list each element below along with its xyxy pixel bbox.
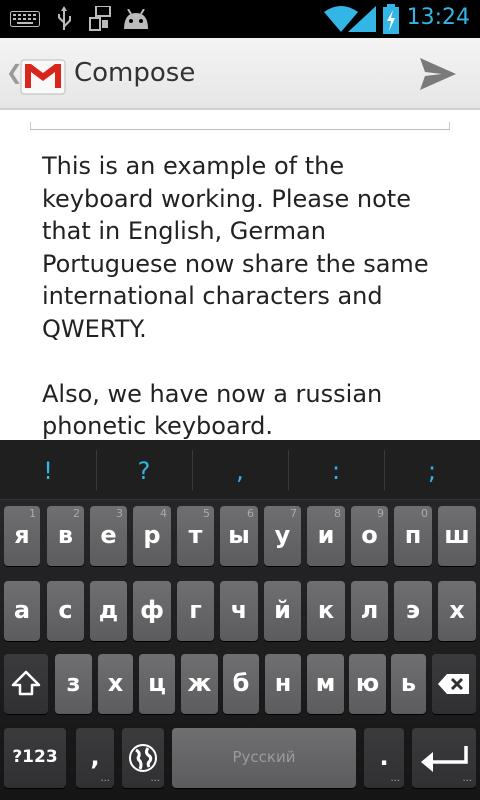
- key[interactable]: р4: [133, 506, 171, 566]
- status-time: 13:24: [406, 5, 470, 30]
- backspace-icon: [438, 674, 469, 694]
- key[interactable]: о9: [351, 506, 388, 566]
- key[interactable]: б: [223, 654, 259, 714]
- suggestion-item[interactable]: !: [0, 440, 96, 500]
- key[interactable]: л: [351, 581, 388, 641]
- suggestion-strip: ! ? , : ;: [0, 440, 480, 500]
- key[interactable]: ч: [220, 581, 258, 641]
- message-body-text[interactable]: This is an example of the keyboard worki…: [42, 150, 462, 440]
- signal-icon: [348, 6, 376, 32]
- message-paragraph-1: This is an example of the keyboard worki…: [42, 152, 429, 343]
- key[interactable]: у7: [264, 506, 301, 566]
- key[interactable]: и8: [307, 506, 345, 566]
- key[interactable]: ы6: [220, 506, 258, 566]
- usb-icon: [58, 6, 71, 30]
- send-icon[interactable]: [418, 54, 458, 94]
- key[interactable]: д: [90, 581, 127, 641]
- key[interactable]: ю: [349, 654, 386, 714]
- key[interactable]: е3: [90, 506, 127, 566]
- android-icon: [124, 9, 148, 29]
- key[interactable]: ф: [133, 581, 171, 641]
- keyboard-icon: [10, 11, 40, 27]
- key[interactable]: ж: [181, 654, 218, 714]
- key[interactable]: э: [394, 581, 432, 641]
- key[interactable]: з: [55, 654, 92, 714]
- key[interactable]: н: [265, 654, 301, 714]
- message-paragraph-2: Also, we have now a russian phonetic key…: [42, 379, 383, 441]
- key[interactable]: х: [98, 654, 133, 714]
- key[interactable]: м: [307, 654, 344, 714]
- space-key[interactable]: Русский: [172, 728, 356, 788]
- key[interactable]: к: [307, 581, 345, 641]
- action-bar: ❮ Compose: [0, 38, 480, 110]
- status-bar: 13:24: [0, 0, 480, 38]
- key[interactable]: я1: [4, 506, 40, 566]
- backspace-key[interactable]: [432, 654, 476, 714]
- action-title: Compose: [74, 58, 196, 88]
- suggestion-item[interactable]: :: [288, 440, 384, 500]
- key[interactable]: ц: [139, 654, 175, 714]
- key[interactable]: х: [438, 581, 476, 641]
- suggestion-item[interactable]: ?: [96, 440, 192, 500]
- key[interactable]: п0: [394, 506, 432, 566]
- enter-icon: [421, 746, 468, 772]
- compose-body[interactable]: This is an example of the keyboard worki…: [0, 110, 480, 440]
- key[interactable]: ь: [391, 654, 426, 714]
- language-key[interactable]: ...: [122, 728, 164, 788]
- enter-key[interactable]: ...: [412, 728, 476, 788]
- suggestion-item[interactable]: ;: [384, 440, 480, 500]
- comma-key[interactable]: ,...: [76, 728, 114, 788]
- battery-charging-icon: [383, 4, 399, 34]
- key[interactable]: в2: [47, 506, 84, 566]
- globe-icon: [129, 744, 157, 772]
- key[interactable]: г: [177, 581, 214, 641]
- key[interactable]: с: [47, 581, 84, 641]
- key[interactable]: й: [264, 581, 301, 641]
- subject-field-underline: [30, 122, 450, 130]
- shift-icon: [11, 670, 41, 696]
- key[interactable]: ш: [438, 506, 476, 566]
- key[interactable]: т5: [177, 506, 214, 566]
- debug-icon: [89, 6, 111, 31]
- gmail-logo-icon[interactable]: [20, 52, 66, 96]
- soft-keyboard: ! ? , : ; я1 в2 е3 р4 т5 ы6 у7 и8 о9 п0 …: [0, 440, 480, 800]
- period-key[interactable]: ....: [364, 728, 404, 788]
- suggestion-item[interactable]: ,: [192, 440, 288, 500]
- symbols-key[interactable]: ?123: [4, 728, 66, 788]
- key[interactable]: а: [4, 581, 40, 641]
- shift-key[interactable]: [4, 654, 48, 714]
